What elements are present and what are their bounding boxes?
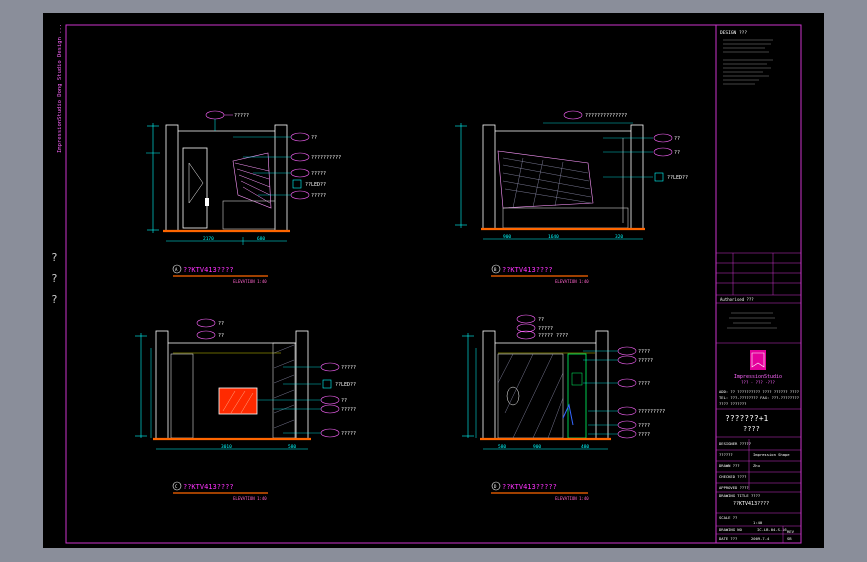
svg-text:SCALE ??: SCALE ??: [719, 515, 737, 520]
svg-text:??: ??: [674, 150, 680, 156]
svg-text:1:40: 1:40: [753, 520, 763, 525]
svg-text:??????????: ??????????: [311, 155, 341, 161]
svg-text:2009-7-4: 2009-7-4: [751, 536, 770, 541]
view-c-title: ??KTV413????: [183, 483, 234, 491]
svg-text:ELEVATION 1:40: ELEVATION 1:40: [555, 279, 589, 284]
svg-text:A: A: [175, 267, 178, 272]
svg-text:Zhu: Zhu: [753, 463, 760, 468]
svg-text:B: B: [494, 267, 497, 272]
svg-text:??: ??: [218, 321, 224, 327]
svg-text:DATE ???: DATE ???: [719, 536, 737, 541]
title-block: DESIGN ??? Authorised ??? ImpressionStud…: [716, 30, 801, 543]
notes-header: DESIGN ???: [720, 30, 747, 36]
svg-text:??KTV413????: ??KTV413????: [733, 501, 769, 507]
svg-text:DRAWING NO: DRAWING NO: [719, 527, 743, 532]
svg-text:D: D: [494, 484, 497, 489]
svg-text:SB: SB: [787, 536, 792, 541]
svg-text:CHECKED ????: CHECKED ????: [719, 474, 746, 479]
svg-text:??LED??: ??LED??: [335, 382, 356, 388]
svg-text:1640: 1640: [548, 234, 559, 240]
company-sub: ??? · ??? ·???: [741, 380, 775, 385]
svg-text:??LED??: ??LED??: [667, 175, 688, 181]
svg-text:?????: ?????: [234, 113, 249, 119]
svg-text:Impression Shape: Impression Shape: [753, 452, 790, 457]
svg-text:2170: 2170: [203, 236, 214, 242]
svg-text:??: ??: [674, 136, 680, 142]
svg-text:900: 900: [503, 234, 511, 240]
svg-text:480: 480: [581, 444, 589, 450]
svg-text:??: ??: [311, 135, 317, 141]
project-name: ???????+1: [725, 414, 769, 423]
svg-text:??: ??: [218, 333, 224, 339]
svg-text:??: ??: [538, 317, 544, 323]
svg-text:680: 680: [257, 236, 265, 242]
svg-text:???? ???????: ???? ???????: [719, 401, 746, 406]
svg-text:DRAWING TITLE ????: DRAWING TITLE ????: [719, 493, 760, 498]
svg-text:????: ????: [638, 381, 650, 387]
svg-text:TEL: ???-???????? FAX: ???-???: TEL: ???-???????? FAX: ???-????????: [719, 395, 799, 400]
svg-text:?????: ?????: [341, 407, 356, 413]
svg-text:ELEVATION 1:40: ELEVATION 1:40: [233, 279, 267, 284]
svg-text:?????: ?????: [341, 431, 356, 437]
view-b-title: ??KTV413????: [502, 266, 553, 274]
elevation-view-a: 2170 680 ????? ?? ?????????? ????? ??LED…: [146, 110, 341, 284]
tv-screen: [218, 387, 258, 415]
svg-text:REV: REV: [787, 529, 795, 534]
cad-viewport[interactable]: ? ? ? ImpressionStudio Dong Studio Desig…: [43, 13, 824, 548]
view-a-title: ??KTV413????: [183, 266, 234, 274]
svg-text:320: 320: [615, 234, 623, 240]
svg-text:??????????????: ??????????????: [585, 113, 627, 119]
svg-text:900: 900: [533, 444, 541, 450]
svg-text:????: ????: [638, 432, 650, 438]
sheet-border: [65, 24, 802, 544]
svg-text:??LED??: ??LED??: [305, 182, 326, 188]
svg-text:?????: ?????: [311, 171, 326, 177]
svg-text:580: 580: [498, 444, 506, 450]
svg-text:3010: 3010: [221, 444, 232, 450]
svg-text:C: C: [175, 484, 178, 489]
svg-text:?????: ?????: [638, 358, 653, 364]
svg-text:?????: ?????: [538, 326, 553, 332]
svg-text:APPROVED ????: APPROVED ????: [719, 485, 749, 490]
stamp-label: Authorised ???: [720, 297, 754, 302]
svg-text:??????: ??????: [719, 452, 733, 457]
svg-text:ADD: ?? ?????????? ???? ??????: ADD: ?? ?????????? ???? ?????? ????: [719, 389, 799, 394]
project-sub: ????: [743, 425, 760, 433]
svg-text:ELEVATION 1:40: ELEVATION 1:40: [233, 496, 267, 501]
elevation-view-b: 900 1640 320 ?????????????? ?? ?? ??LED?…: [455, 110, 688, 284]
svg-text:????? ????: ????? ????: [538, 333, 568, 339]
left-strip-text: ImpressionStudio Dong Studio Design ...: [57, 24, 63, 153]
svg-text:????: ????: [638, 349, 650, 355]
left-mark-3: ?: [51, 293, 58, 306]
svg-text:DESIGNER ?????: DESIGNER ?????: [719, 441, 751, 446]
drawing-sheet: ImpressionStudio Dong Studio Design ...: [57, 24, 802, 544]
led-panel: [567, 353, 587, 439]
svg-text:????: ????: [638, 423, 650, 429]
left-mark-1: ?: [51, 251, 58, 264]
view-d-title: ??KTV413?????: [502, 483, 557, 491]
svg-text:?????????: ?????????: [638, 409, 665, 415]
svg-text:?????: ?????: [341, 365, 356, 371]
svg-text:DRAWN ???: DRAWN ???: [719, 463, 740, 468]
elevation-view-d: 580 900 480 ?? ????? ????? ???? ???? ???…: [462, 314, 665, 501]
svg-text:?????: ?????: [311, 193, 326, 199]
elevation-view-c: 3010 580 ?? ?? ????? ??LED?? ?? ????? ??…: [135, 318, 356, 501]
svg-text:??: ??: [341, 398, 347, 404]
svg-text:580: 580: [288, 444, 296, 450]
left-mark-2: ?: [51, 272, 58, 285]
svg-text:ELEVATION 1:40: ELEVATION 1:40: [555, 496, 589, 501]
